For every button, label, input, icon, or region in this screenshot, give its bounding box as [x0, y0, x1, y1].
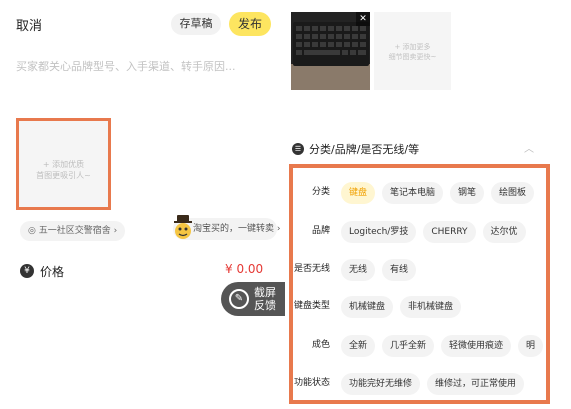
- price-label: 价格: [40, 265, 65, 279]
- attribute-row-brand: 品牌 Logitech/罗技 CHERRY 达尔优: [293, 219, 546, 243]
- add-more-line2: 细节图卖更快~: [388, 53, 437, 61]
- option-chip-logitech[interactable]: Logitech/罗技: [341, 221, 417, 243]
- chevron-right-icon: ›: [110, 226, 118, 236]
- edit-icon: ✎: [229, 289, 249, 309]
- location-selector[interactable]: ◎ 五一社区交警宿舍 ›: [20, 221, 126, 241]
- chevron-up-icon[interactable]: ︿: [524, 140, 534, 155]
- attribute-row-keyboard-type: 键盘类型 机械键盘 非机械键盘: [293, 294, 546, 318]
- option-chip-keyboard[interactable]: 键盘: [341, 182, 376, 204]
- option-chip-almost-new[interactable]: 几乎全新: [382, 335, 435, 357]
- add-cover-photo-line1: + 添加优质: [42, 160, 85, 169]
- attribute-label: 功能状态: [293, 378, 330, 388]
- attribute-row-wireless: 是否无线 无线 有线: [293, 257, 546, 281]
- add-cover-photo-line2: 首图更吸引人~: [36, 171, 91, 180]
- option-chip-light-use[interactable]: 轻微使用痕迹: [441, 335, 512, 357]
- option-chip-dareu[interactable]: 达尔优: [482, 221, 526, 243]
- option-chip-fully-working[interactable]: 功能完好无维修: [341, 373, 421, 395]
- location-label: 五一社区交警宿舍: [38, 226, 111, 236]
- attribute-options: 键盘 笔记本电脑 钢笔 绘图板: [341, 180, 541, 204]
- option-chip-non-mechanical[interactable]: 非机械键盘: [400, 296, 462, 318]
- option-chip-laptop[interactable]: 笔记本电脑: [382, 182, 444, 204]
- save-draft-button[interactable]: 存草稿: [171, 13, 221, 35]
- attribute-options: 无线 有线: [341, 257, 423, 281]
- taobao-resell-label: 淘宝买的，一键转卖: [193, 224, 275, 234]
- attribute-label: 是否无线: [293, 264, 330, 274]
- attribute-label: 键盘类型: [293, 301, 330, 311]
- screenshot-feedback-button[interactable]: ✎ 截屏 反馈: [221, 282, 285, 316]
- add-cover-photo-hint: + 添加优质 首图更吸引人~: [19, 159, 108, 181]
- attribute-options: 功能完好无维修 维修过，可正常使用: [341, 371, 531, 395]
- cancel-button[interactable]: 取消: [16, 15, 42, 34]
- option-chip-pen[interactable]: 钢笔: [450, 182, 485, 204]
- add-more-hint: + 添加更多 细节图卖更快~: [374, 42, 451, 62]
- price-icon: ¥: [20, 264, 34, 278]
- option-chip-mechanical[interactable]: 机械键盘: [341, 296, 394, 318]
- chevron-right-icon: ›: [274, 224, 281, 234]
- feedback-label: 截屏 反馈: [254, 286, 276, 312]
- add-more-photos-button[interactable]: + 添加更多 细节图卖更快~: [374, 12, 451, 90]
- category-icon: ☰: [292, 143, 304, 155]
- option-chip-visible-use[interactable]: 明: [518, 335, 544, 357]
- feedback-line2: 反馈: [254, 299, 276, 312]
- feedback-line1: 截屏: [254, 286, 276, 299]
- option-chip-repaired[interactable]: 维修过，可正常使用: [427, 373, 525, 395]
- attribute-label: 分类: [311, 187, 330, 197]
- option-chip-wired[interactable]: 有线: [382, 259, 417, 281]
- attribute-row-condition: 成色 全新 几乎全新 轻微使用痕迹明: [293, 333, 546, 357]
- add-more-line1: + 添加更多: [394, 43, 431, 51]
- option-chip-tablet[interactable]: 绘图板: [491, 182, 535, 204]
- option-chip-wireless[interactable]: 无线: [341, 259, 376, 281]
- mascot-icon: [174, 215, 192, 239]
- attribute-row-category: 分类 键盘 笔记本电脑 钢笔 绘图板: [293, 180, 546, 204]
- attribute-options: 机械键盘 非机械键盘: [341, 294, 468, 318]
- attribute-label: 成色: [311, 340, 330, 350]
- category-section-title[interactable]: 分类/品牌/是否无线/等: [309, 141, 419, 157]
- uploaded-photo[interactable]: ✕: [291, 12, 370, 90]
- option-chip-cherry[interactable]: CHERRY: [423, 221, 476, 243]
- publish-button[interactable]: 发布: [229, 12, 271, 36]
- remove-photo-icon[interactable]: ✕: [356, 12, 370, 26]
- add-cover-photo-button[interactable]: + 添加优质 首图更吸引人~: [16, 118, 111, 210]
- attribute-options: 全新 几乎全新 轻微使用痕迹明: [341, 333, 546, 357]
- description-input[interactable]: 买家都关心品牌型号、入手渠道、转手原因...: [16, 58, 272, 74]
- attribute-label: 品牌: [311, 226, 330, 236]
- price-value[interactable]: ¥ 0.00: [225, 262, 263, 276]
- option-chip-new[interactable]: 全新: [341, 335, 376, 357]
- location-icon: ◎: [28, 226, 39, 236]
- attribute-options: Logitech/罗技 CHERRY 达尔优: [341, 219, 533, 243]
- attribute-panel: 分类 键盘 笔记本电脑 钢笔 绘图板 品牌 Logitech/罗技 CHERRY 达尔优 …: [289, 164, 550, 404]
- attribute-row-function-status: 功能状态 功能完好无维修 维修过，可正常使用: [293, 371, 546, 395]
